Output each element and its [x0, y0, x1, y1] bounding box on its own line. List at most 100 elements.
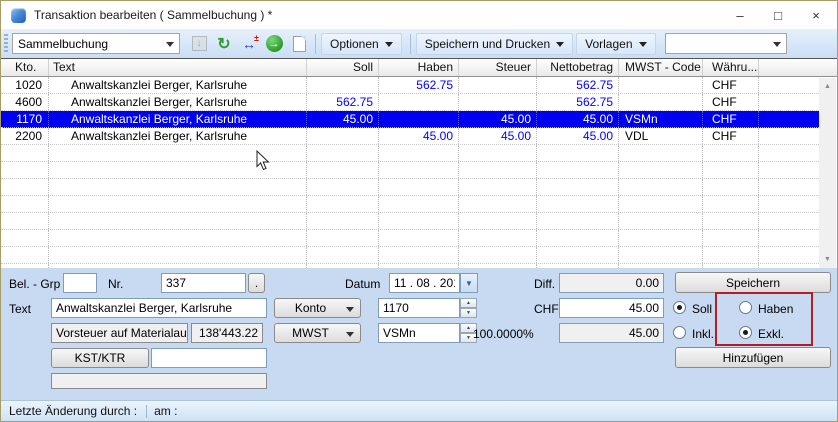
- table-row-empty: [1, 145, 819, 162]
- column-header-haben[interactable]: Haben: [379, 59, 459, 76]
- column-header-steuer[interactable]: Steuer: [459, 59, 537, 76]
- speichern-button[interactable]: Speichern: [675, 272, 831, 293]
- hinzufuegen-button[interactable]: Hinzufügen: [675, 347, 831, 368]
- inkl-radio-label: Inkl.: [692, 327, 714, 341]
- scroll-up-icon[interactable]: ▲: [819, 78, 836, 95]
- bel-grp-input[interactable]: [63, 273, 97, 293]
- booking-type-combobox[interactable]: Sammelbuchung: [12, 33, 180, 54]
- cell-filler: [759, 77, 819, 93]
- optionen-button[interactable]: Optionen: [321, 33, 402, 55]
- cell-netto: 45.00: [537, 128, 619, 144]
- cell-empty: [1, 179, 49, 195]
- lookup-dot-button[interactable]: .: [248, 273, 265, 293]
- spin-down-icon[interactable]: ▼: [460, 308, 477, 318]
- vertical-scrollbar[interactable]: ▲ ▼: [819, 78, 836, 268]
- cell-empty: [619, 162, 703, 178]
- bookings-table: Kto.TextSollHabenSteuerNettobetragMWST -…: [1, 58, 837, 268]
- table-row[interactable]: 4600Anwaltskanzlei Berger, Karlsruhe562.…: [1, 94, 819, 111]
- cell-kto: 1020: [1, 77, 49, 93]
- cell-empty: [1, 230, 49, 246]
- kst-ktr-button[interactable]: KST/KTR: [51, 348, 149, 368]
- cell-soll: [307, 77, 379, 93]
- cell-empty: [703, 230, 759, 246]
- table-row[interactable]: 2200Anwaltskanzlei Berger, Karlsruhe45.0…: [1, 128, 819, 145]
- cell-haben: 45.00: [379, 128, 459, 144]
- chf-label: CHF: [534, 302, 559, 316]
- cell-empty: [1, 213, 49, 229]
- column-header-netto[interactable]: Nettobetrag: [537, 59, 619, 76]
- last-change-label: Letzte Änderung durch :: [9, 404, 137, 418]
- cell-empty: [307, 247, 379, 263]
- column-header-mwst[interactable]: MWST - Code: [619, 59, 703, 76]
- entry-form: Bel. - Grp Nr. . Datum ▼ Diff. Speichern…: [1, 268, 837, 400]
- resize-columns-icon[interactable]: ↔±: [238, 33, 260, 55]
- post-icon[interactable]: →: [263, 33, 285, 55]
- konto-dropdown-button[interactable]: Konto: [274, 298, 361, 318]
- column-header-soll[interactable]: Soll: [307, 59, 379, 76]
- cell-empty: [459, 179, 537, 195]
- refresh-icon[interactable]: ↻: [213, 33, 235, 55]
- maximize-button[interactable]: □: [759, 1, 797, 29]
- konto-number-input[interactable]: [378, 298, 460, 318]
- cell-empty: [703, 247, 759, 263]
- template-combobox[interactable]: [665, 33, 787, 54]
- change-date-label: am :: [154, 404, 177, 418]
- spin-up-icon[interactable]: ▲: [460, 298, 477, 308]
- cell-mwst: [619, 77, 703, 93]
- cell-waehrung: CHF: [703, 94, 759, 110]
- konto-spinner[interactable]: ▲▼: [460, 298, 477, 318]
- cell-empty: [619, 196, 703, 212]
- cell-kto: 4600: [1, 94, 49, 110]
- column-header-text[interactable]: Text: [49, 59, 307, 76]
- cell-empty: [49, 145, 307, 161]
- scroll-down-icon[interactable]: ▼: [819, 251, 836, 268]
- inkl-radio[interactable]: [673, 326, 686, 339]
- column-header-waehrung[interactable]: Währu...: [703, 59, 759, 76]
- cell-kto: 2200: [1, 128, 49, 144]
- nr-input[interactable]: [161, 273, 246, 293]
- new-document-icon[interactable]: [288, 33, 310, 55]
- datum-input[interactable]: [389, 273, 460, 293]
- minimize-button[interactable]: –: [721, 1, 759, 29]
- account-name-display: Vorsteuer auf Materialaufwa: [51, 323, 188, 343]
- date-picker-button[interactable]: ▼: [460, 273, 478, 293]
- import-icon[interactable]: ↓: [188, 33, 210, 55]
- table-row-empty: [1, 179, 819, 196]
- toolbar-separator: [315, 34, 316, 54]
- table-header: Kto.TextSollHabenSteuerNettobetragMWST -…: [1, 59, 837, 77]
- close-button[interactable]: ×: [797, 1, 835, 29]
- cell-empty: [379, 179, 459, 195]
- cell-empty: [307, 213, 379, 229]
- cell-empty: [459, 196, 537, 212]
- toolbar-grip-handle[interactable]: [4, 34, 8, 54]
- column-header-filler: [759, 59, 837, 76]
- cell-filler: [759, 128, 819, 144]
- table-row[interactable]: 1020Anwaltskanzlei Berger, Karlsruhe562.…: [1, 77, 819, 94]
- cell-empty: [307, 179, 379, 195]
- soll-radio[interactable]: [673, 301, 686, 314]
- speichern-und-drucken-button[interactable]: Speichern und Drucken: [416, 33, 573, 55]
- cell-empty: [537, 179, 619, 195]
- vorlagen-button[interactable]: Vorlagen: [576, 33, 655, 55]
- kst-ktr-input[interactable]: [151, 348, 267, 368]
- transaction-edit-window: Transaktion bearbeiten ( Sammelbuchung )…: [0, 0, 838, 422]
- cell-mwst: VSMn: [619, 111, 703, 127]
- cell-text: Anwaltskanzlei Berger, Karlsruhe: [49, 94, 307, 110]
- cell-empty: [537, 213, 619, 229]
- cell-filler: [759, 111, 819, 127]
- cell-empty: [307, 162, 379, 178]
- mwst-dropdown-button[interactable]: MWST: [274, 323, 361, 343]
- table-row[interactable]: 1170Anwaltskanzlei Berger, Karlsruhe45.0…: [1, 111, 819, 128]
- cell-empty: [537, 247, 619, 263]
- statusbar-separator: [146, 405, 147, 418]
- cell-empty: [703, 162, 759, 178]
- toolbar: Sammelbuchung ↓ ↻ ↔± → Optionen Speicher…: [1, 29, 837, 58]
- amount-input[interactable]: [559, 298, 664, 318]
- column-header-kto[interactable]: Kto.: [1, 59, 49, 76]
- text-input[interactable]: [51, 298, 267, 318]
- account-balance-display: 138'443.22: [191, 323, 263, 343]
- mwst-code-input[interactable]: [378, 323, 460, 343]
- percent-label: 100.0000%: [473, 327, 534, 341]
- cell-text: Anwaltskanzlei Berger, Karlsruhe: [49, 111, 307, 127]
- cell-empty: [619, 247, 703, 263]
